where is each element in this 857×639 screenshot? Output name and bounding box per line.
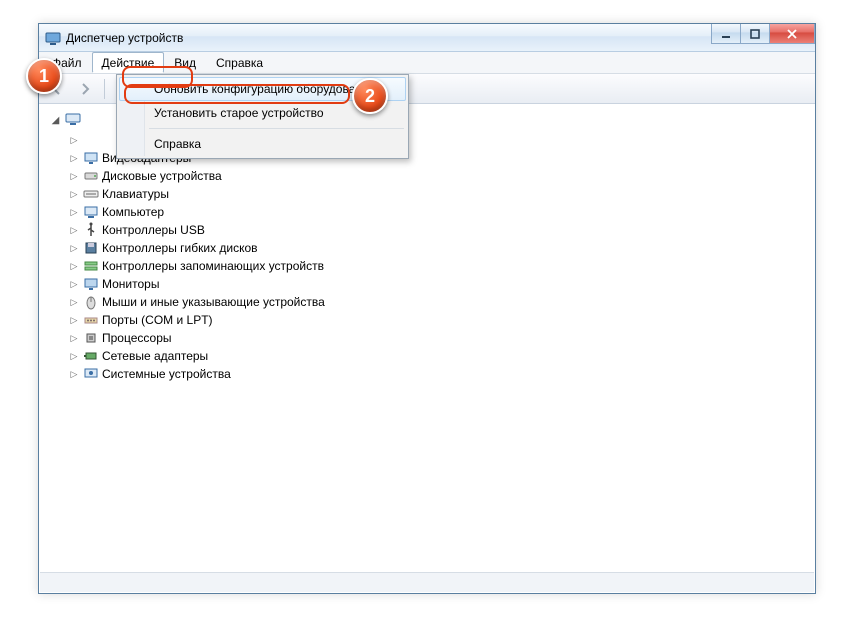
device-manager-window: Диспетчер устройств Файл Действие Вид Сп… [38,23,816,594]
expand-icon[interactable]: ▷ [68,333,80,344]
client-area: ◢ ▷▷Видеоадаптеры▷Дисковые устройства▷Кл… [40,106,814,571]
expand-icon[interactable]: ▷ [68,315,80,326]
display-icon [83,150,99,166]
disk-icon [83,168,99,184]
system-icon [83,366,99,382]
tree-node[interactable]: ▷ Порты (COM и LPT) [68,311,814,329]
highlight-ring-item [124,84,350,104]
tree-node-label: Порты (COM и LPT) [102,313,213,327]
forward-button[interactable] [73,77,97,101]
port-icon [83,312,99,328]
computer-icon [83,204,99,220]
tree-node-label: Дисковые устройства [102,169,222,183]
network-icon [83,348,99,364]
minimize-button[interactable] [711,24,741,44]
tree-node-label: Клавиатуры [102,187,169,201]
tree-node[interactable]: ▷ Компьютер [68,203,814,221]
titlebar[interactable]: Диспетчер устройств [39,24,815,52]
expand-icon[interactable]: ▷ [68,279,80,290]
tree-node[interactable]: ▷ Контроллеры гибких дисков [68,239,814,257]
storage-icon [83,258,99,274]
tree-node-label: Контроллеры запоминающих устройств [102,259,324,273]
expand-icon[interactable]: ▷ [68,243,80,254]
expand-icon[interactable]: ▷ [68,297,80,308]
toolbar-separator [104,79,105,99]
expand-icon[interactable]: ▷ [68,261,80,272]
tree-node-label: Компьютер [102,205,164,219]
menu-help[interactable]: Справка [206,52,273,73]
dropdown-separator [149,128,404,129]
tree-node[interactable]: ▷ Системные устройства [68,365,814,383]
expand-icon[interactable]: ▷ [68,351,80,362]
tree-node[interactable]: ▷ Контроллеры запоминающих устройств [68,257,814,275]
cpu-icon [83,330,99,346]
callout-2: 2 [352,78,388,114]
callout-1: 1 [26,58,62,94]
tree-node[interactable]: ▷ Дисковые устройства [68,167,814,185]
tree-node[interactable]: ▷ Процессоры [68,329,814,347]
tree-node-label: Системные устройства [102,367,231,381]
expand-icon[interactable]: ▷ [68,135,80,146]
window-controls [712,24,815,44]
tree-node[interactable]: ▷ Контроллеры USB [68,221,814,239]
tree-node[interactable]: ▷ Мыши и иные указывающие устройства [68,293,814,311]
tree-node-label: Сетевые адаптеры [102,349,208,363]
monitor-icon [83,276,99,292]
usb-icon [83,222,99,238]
tree-node[interactable]: ▷ Сетевые адаптеры [68,347,814,365]
tree-node[interactable]: ▷ Мониторы [68,275,814,293]
floppy-icon [83,240,99,256]
menu-item-help[interactable]: Справка [119,132,406,156]
window-title: Диспетчер устройств [66,31,183,45]
expand-icon[interactable]: ▷ [68,171,80,182]
collapse-icon[interactable]: ◢ [50,115,61,126]
expand-icon[interactable]: ▷ [68,153,80,164]
mouse-icon [83,294,99,310]
tree-node-label: Контроллеры USB [102,223,205,237]
tree-node-label: Мыши и иные указывающие устройства [102,295,325,309]
expand-icon[interactable]: ▷ [68,207,80,218]
expand-icon[interactable]: ▷ [68,369,80,380]
app-icon [45,30,61,46]
hidden-icon [83,132,99,148]
tree-node-label: Контроллеры гибких дисков [102,241,258,255]
expand-icon[interactable]: ▷ [68,225,80,236]
expand-icon[interactable]: ▷ [68,189,80,200]
statusbar [40,572,814,592]
keyboard-icon [83,186,99,202]
tree-node[interactable]: ▷ Клавиатуры [68,185,814,203]
computer-icon [65,111,81,130]
tree-node-label: Процессоры [102,331,172,345]
maximize-button[interactable] [740,24,770,44]
close-button[interactable] [769,24,815,44]
tree-node-label: Мониторы [102,277,159,291]
